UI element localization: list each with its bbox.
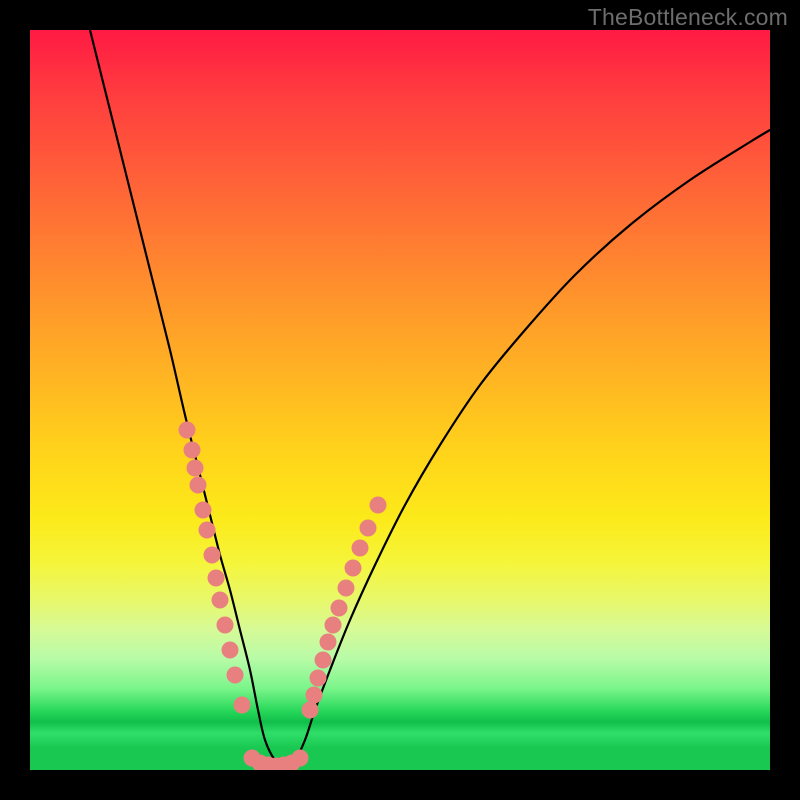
data-dot bbox=[370, 497, 387, 514]
data-dot bbox=[179, 422, 196, 439]
data-dot bbox=[292, 750, 309, 767]
data-dot bbox=[331, 600, 348, 617]
watermark-text: TheBottleneck.com bbox=[588, 4, 788, 31]
data-dot bbox=[204, 547, 221, 564]
data-dot bbox=[190, 477, 207, 494]
data-dot bbox=[234, 697, 251, 714]
data-dot bbox=[325, 617, 342, 634]
data-dot bbox=[222, 642, 239, 659]
data-dot bbox=[310, 670, 327, 687]
data-dot bbox=[217, 617, 234, 634]
plot-area bbox=[30, 30, 770, 770]
chart-svg bbox=[30, 30, 770, 770]
data-dot bbox=[212, 592, 229, 609]
data-dots bbox=[179, 422, 387, 771]
bottleneck-curve bbox=[90, 30, 770, 765]
data-dot bbox=[338, 580, 355, 597]
data-dot bbox=[352, 540, 369, 557]
data-dot bbox=[360, 520, 377, 537]
data-dot bbox=[345, 560, 362, 577]
data-dot bbox=[195, 502, 212, 519]
data-dot bbox=[315, 652, 332, 669]
data-dot bbox=[306, 687, 323, 704]
data-dot bbox=[199, 522, 216, 539]
data-dot bbox=[208, 570, 225, 587]
data-dot bbox=[320, 634, 337, 651]
data-dot bbox=[302, 702, 319, 719]
data-dot bbox=[227, 667, 244, 684]
outer-frame: TheBottleneck.com bbox=[0, 0, 800, 800]
data-dot bbox=[184, 442, 201, 459]
data-dot bbox=[187, 460, 204, 477]
